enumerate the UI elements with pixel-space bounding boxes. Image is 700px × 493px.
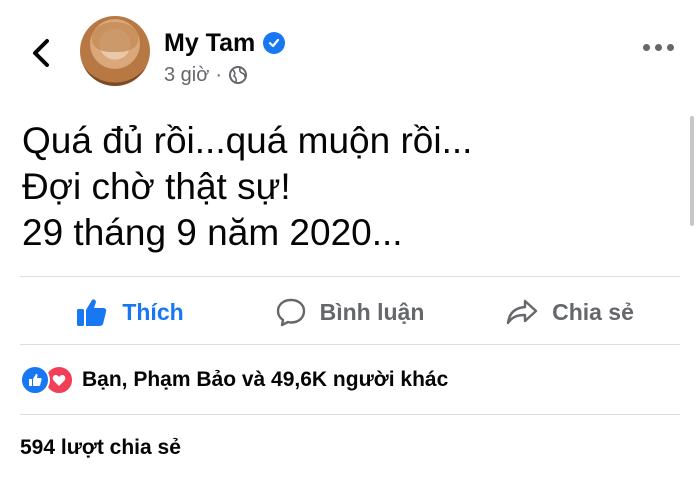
share-count[interactable]: 594 lượt chia sẻ [20,436,181,460]
share-button[interactable]: Chia sẻ [460,280,680,344]
scrollbar[interactable] [690,116,694,226]
post-line: Quá đủ rồi...quá muộn rồi... [22,120,473,161]
divider [20,276,680,277]
globe-icon [229,66,248,84]
post-time[interactable]: 3 giờ [164,64,209,87]
post-content: Quá đủ rồi...quá muộn rồi... Đợi chờ thậ… [22,118,672,256]
meta-separator: · [215,63,223,86]
verified-check-icon [263,32,286,54]
divider [20,414,680,415]
more-dot [655,44,662,51]
post-header: My Tam 3 giờ · [0,0,700,100]
divider [20,344,680,345]
like-label: Thích [122,298,184,325]
post-meta: 3 giờ · [164,62,248,88]
thumbs-up-icon [76,297,108,327]
back-button[interactable] [26,36,56,70]
comment-icon [276,297,306,327]
more-options-button[interactable] [643,44,674,51]
post-line: 29 tháng 9 năm 2020... [22,212,403,253]
author-row: My Tam [164,28,286,58]
share-label: Chia sẻ [552,298,634,325]
reaction-summary[interactable]: Bạn, Phạm Bảo và 49,6K người khác [20,364,448,396]
author-name[interactable]: My Tam [164,29,255,58]
like-reaction-icon [20,365,50,395]
share-icon [506,298,538,326]
avatar[interactable] [80,16,150,86]
comment-label: Bình luận [319,298,425,325]
more-dot [667,44,674,51]
comment-button[interactable]: Bình luận [240,280,460,344]
like-button[interactable]: Thích [20,280,240,344]
more-dots-icon [643,44,650,51]
reaction-text: Bạn, Phạm Bảo và 49,6K người khác [82,368,449,391]
reaction-icons [20,365,74,395]
post-line: Đợi chờ thật sự! [22,166,291,207]
action-bar: Thích Bình luận Chia sẻ [20,280,680,344]
chevron-left-icon [33,39,49,67]
